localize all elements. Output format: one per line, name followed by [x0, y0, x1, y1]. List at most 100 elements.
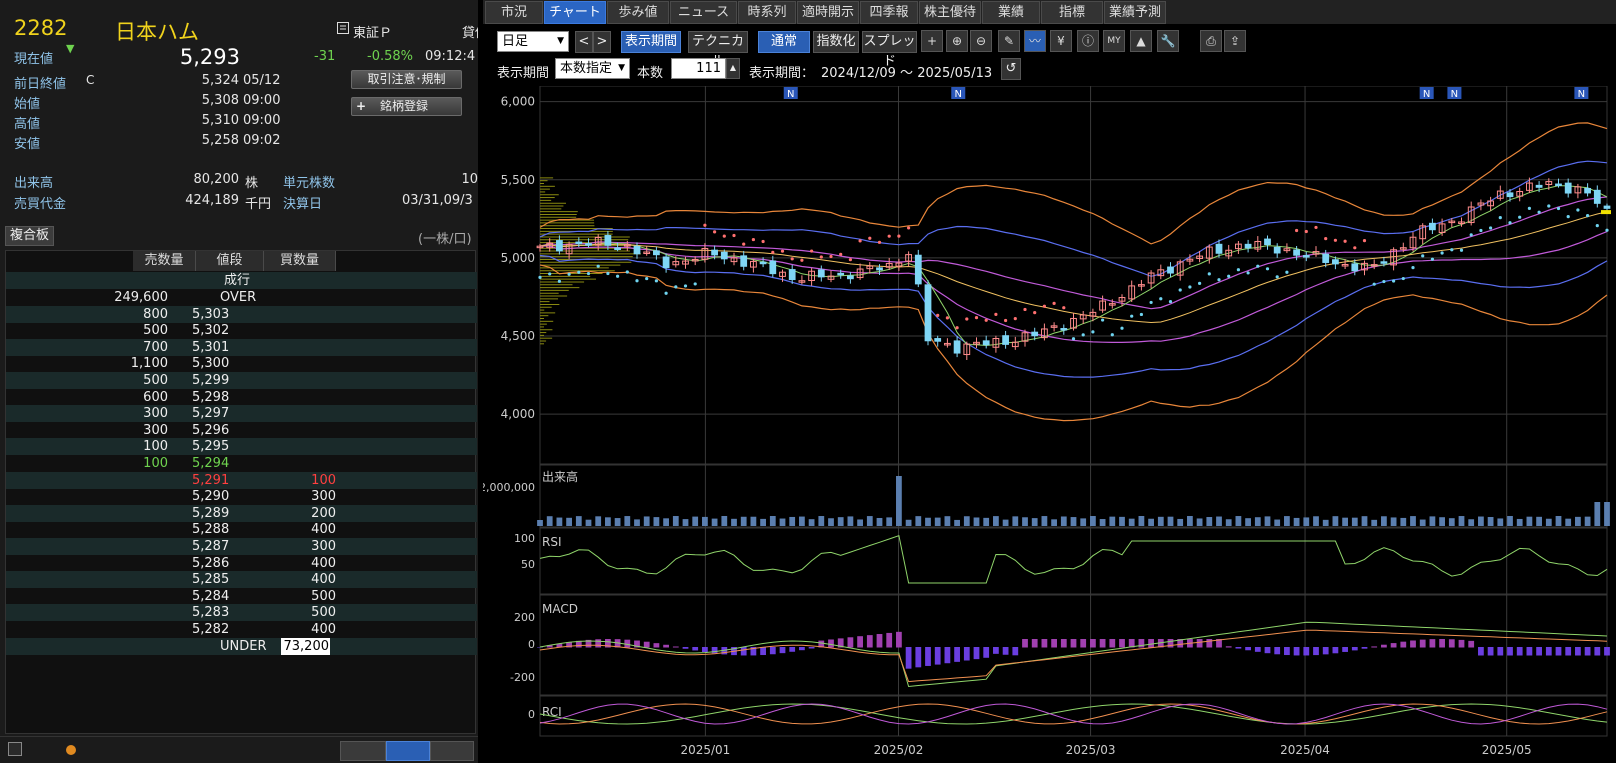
mountain-chart-icon[interactable]: ▲ — [1130, 30, 1152, 52]
pencil-icon[interactable]: ✎ — [998, 30, 1020, 52]
count-input[interactable]: 111 — [671, 58, 726, 79]
tab-3[interactable]: ニュース — [670, 1, 737, 24]
book-row[interactable]: UNDER 73,200 — [6, 637, 477, 655]
book-row[interactable]: 5,288 400 — [6, 521, 477, 538]
volume-bar — [1245, 518, 1251, 526]
book-row[interactable]: 5,285 400 — [6, 571, 477, 589]
candle-body — [759, 261, 767, 265]
parabolic-dot — [693, 282, 697, 286]
next-button[interactable]: > — [593, 31, 611, 53]
book-row[interactable]: 5,289 200 — [6, 504, 477, 522]
tab-2[interactable]: 歩み値 — [607, 1, 669, 24]
tab-6[interactable]: 四季報 — [860, 1, 918, 24]
volume-bar — [1575, 516, 1581, 526]
book-row[interactable]: 5,286 400 — [6, 555, 477, 572]
add-watchlist-button[interactable]: + 銘柄登録 — [351, 97, 462, 116]
book-row[interactable]: 249,600 OVER — [6, 289, 477, 306]
book-row[interactable]: 100 5,294 — [6, 455, 477, 472]
macd-histogram-bar — [1371, 646, 1378, 648]
macd-histogram-bar — [663, 644, 669, 648]
tab-1[interactable]: チャート — [544, 1, 606, 24]
book-row[interactable]: 300 5,296 — [6, 422, 477, 439]
panel-toggle-icon[interactable] — [8, 742, 22, 756]
price: 5,282 — [192, 622, 230, 637]
period-mode-select[interactable]: 本数指定 ▼ — [555, 58, 630, 79]
macd-histogram-bar — [1342, 647, 1348, 652]
book-row[interactable]: 5,287 300 — [6, 538, 477, 555]
book-row[interactable]: 500 5,302 — [6, 322, 477, 339]
zoom-in-icon[interactable]: ⊕ — [946, 30, 968, 52]
index-button[interactable]: 指数化 — [813, 31, 859, 53]
market-order-row[interactable]: 成行 — [6, 272, 477, 289]
timeframe-select[interactable]: 日足 ▼ — [497, 31, 569, 52]
parabolic-dot — [1159, 297, 1163, 301]
book-row[interactable]: 700 5,301 — [6, 338, 477, 356]
news-marker-label: N — [1423, 89, 1430, 100]
book-row[interactable]: 5,284 500 — [6, 588, 477, 605]
tab-4[interactable]: 時系列 — [738, 1, 796, 24]
tab-0[interactable]: 市況 — [485, 1, 543, 24]
print-icon[interactable]: ⎙ — [1200, 30, 1222, 52]
candle-body — [982, 340, 990, 346]
spread-button[interactable]: スプレッド — [862, 31, 917, 69]
market-checkbox-icon[interactable] — [337, 22, 349, 38]
wrench-icon[interactable]: 🔧 — [1157, 30, 1179, 52]
macd-histogram-bar — [1507, 647, 1513, 656]
prev-button[interactable]: < — [575, 31, 593, 53]
reset-icon[interactable]: ↺ — [1001, 58, 1021, 80]
book-row[interactable]: 600 5,298 — [6, 389, 477, 406]
book-row[interactable]: 5,291 100 — [6, 471, 477, 489]
unit-shares-value: 10 — [461, 172, 478, 187]
restriction-button[interactable]: 取引注意･規制 — [351, 70, 462, 89]
bottom-button-3[interactable] — [430, 741, 474, 761]
book-row[interactable]: 1,100 5,300 — [6, 355, 477, 372]
down-arrow-icon: ▼ — [66, 42, 75, 55]
volume-bar — [1458, 516, 1465, 526]
volume-bar — [1584, 516, 1591, 526]
tab-9[interactable]: 指標 — [1041, 1, 1103, 24]
book-row[interactable]: 5,283 500 — [6, 604, 477, 622]
stock-chart[interactable]: 6,000 5,500 5,000 4,500 4,000 2025/01 2025/02 2… — [483, 86, 1616, 763]
my-index-icon[interactable]: MY — [1103, 30, 1125, 52]
rci-axis-label: 0 — [528, 708, 535, 721]
book-row[interactable]: 5,282 400 — [6, 621, 477, 638]
volume-bar — [886, 517, 893, 526]
volume-bar — [973, 517, 980, 526]
book-row[interactable]: 300 5,297 — [6, 405, 477, 423]
book-row[interactable]: 5,290 300 — [6, 488, 477, 505]
parabolic-dot — [955, 326, 959, 330]
zoom-out-icon[interactable]: ⊖ — [970, 30, 992, 52]
tab-8[interactable]: 業績 — [982, 1, 1040, 24]
tab-10[interactable]: 業績予測 — [1104, 1, 1166, 24]
order-book-tab[interactable]: 複合板 — [5, 226, 54, 246]
yen-icon[interactable]: ¥ — [1050, 30, 1072, 52]
count-stepper-icon[interactable]: ▲ — [726, 58, 740, 79]
volume-bar — [575, 516, 582, 526]
market-order-label: 成行 — [223, 273, 250, 288]
x-tick-label: 2025/02 — [874, 743, 924, 757]
tab-5[interactable]: 適時開示 — [797, 1, 859, 24]
book-row[interactable]: 800 5,303 — [6, 305, 477, 323]
macd-histogram-bar — [1303, 647, 1310, 656]
low-label: 安値 — [14, 137, 41, 152]
book-row[interactable]: 500 5,299 — [6, 372, 477, 389]
tab-7[interactable]: 株主優待 — [919, 1, 981, 24]
book-row[interactable]: 100 5,295 — [6, 438, 477, 456]
candle-body — [740, 255, 748, 267]
bottom-button-2[interactable] — [386, 741, 430, 761]
macd-histogram-bar — [1041, 639, 1048, 648]
chart-line-icon[interactable]: 〰 — [1024, 30, 1046, 52]
normal-button[interactable]: 通常 — [758, 31, 810, 53]
parabolic-dot — [848, 258, 852, 262]
technical-button[interactable]: テクニカル — [688, 31, 748, 69]
info-icon[interactable]: ⓘ — [1077, 30, 1099, 52]
bottom-button-1[interactable] — [340, 741, 386, 761]
volume-bar — [1478, 516, 1484, 526]
export-icon[interactable]: ⇪ — [1224, 30, 1246, 52]
period-button[interactable]: 表示期間 — [621, 31, 681, 53]
macd-histogram-bar — [1254, 647, 1261, 652]
parabolic-dot — [1120, 326, 1124, 330]
candle-body — [1167, 266, 1174, 274]
crosshair-icon[interactable]: + — [921, 30, 943, 52]
candle-body — [1593, 189, 1601, 204]
